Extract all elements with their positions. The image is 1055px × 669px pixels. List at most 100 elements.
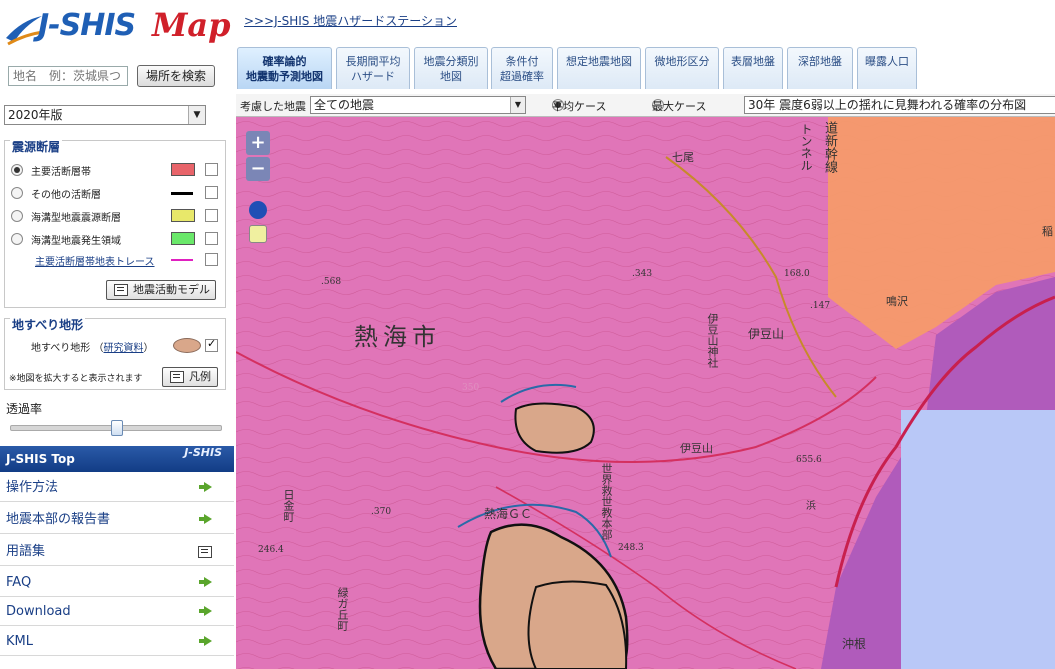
case-average-label: 平均ケース	[552, 100, 607, 113]
menu-item-kml[interactable]: KML	[0, 627, 234, 656]
elevation-label: .370	[371, 507, 392, 517]
source-label: その他の活断層	[31, 190, 101, 201]
color-swatch	[171, 209, 195, 222]
elevation-label: 248.3	[618, 543, 644, 553]
tab-probabilistic[interactable]: 確率論的 地震動予測地図	[237, 47, 332, 89]
tab-line1: 長期間平均	[345, 55, 401, 68]
landslide-area	[514, 402, 595, 454]
menu-item-glossary[interactable]: 用語集	[0, 537, 234, 566]
case-max-label: 最大ケース	[652, 100, 707, 113]
menu-item-reports[interactable]: 地震本部の報告書	[0, 505, 234, 534]
landslide-title: 地すべり地形	[10, 316, 86, 333]
line-swatch	[171, 259, 193, 261]
source-fault-title: 震源断層	[10, 138, 63, 155]
contour-label: 350	[462, 383, 480, 393]
temple-label: 世界救世教本部	[600, 463, 613, 540]
version-select[interactable]: 2020年版 ▼	[4, 105, 206, 125]
jshis-map-logo[interactable]: J-SHIS Map	[4, 4, 232, 48]
source-checkbox[interactable]	[205, 209, 218, 222]
tab-line2: 地震動予測地図	[246, 70, 323, 83]
tab-exposure[interactable]: 曝露人口	[857, 47, 917, 89]
source-checkbox[interactable]	[205, 163, 218, 176]
globe-icon[interactable]	[249, 201, 267, 219]
hazard-station-link[interactable]: >>>J-SHIS 地震ハザードステーション	[244, 12, 457, 29]
nanao-label: 七尾	[672, 151, 694, 164]
jshis-top-header[interactable]: J-SHIS Top J-SHIS	[0, 446, 234, 472]
inari-label: 稲	[1042, 225, 1053, 238]
tab-conditional[interactable]: 条件付 超過確率	[491, 47, 553, 89]
elevation-label: .568	[321, 277, 342, 287]
source-row-trench-fault[interactable]: 海溝型地震震源断層	[11, 209, 221, 225]
map-canvas[interactable]: + − 熱海市 熱海ＧＣ 伊豆山 伊豆山 沖根 七尾 鳴沢 稲 .568 .34…	[236, 117, 1055, 669]
trace-link[interactable]: 主要活断層帯地表トレース	[35, 253, 155, 268]
source-row-trench-zone[interactable]: 海溝型地震発生領域	[11, 232, 221, 248]
tunnel-label: トンネル	[799, 123, 813, 171]
menu-item-usage[interactable]: 操作方法	[0, 473, 234, 502]
tab-line1: 深部地盤	[798, 55, 842, 68]
color-swatch	[171, 163, 195, 176]
transparency-slider[interactable]	[10, 420, 222, 436]
research-link[interactable]: 研究資料	[104, 343, 144, 354]
source-row-other-fault[interactable]: その他の活断層	[11, 186, 221, 202]
izusan-label: 伊豆山	[748, 327, 785, 341]
document-icon	[114, 284, 128, 296]
menu-item-download[interactable]: Download	[0, 597, 234, 626]
trace-checkbox[interactable]	[205, 253, 218, 266]
tab-scenario[interactable]: 想定地震地図	[557, 47, 641, 89]
quake-select-value: 全ての地震	[314, 98, 375, 112]
line-swatch	[171, 192, 193, 195]
probability-map-value: 30年 震度6弱以上の揺れに見舞われる確率の分布図	[748, 98, 1027, 112]
landslide-checkbox[interactable]	[205, 337, 218, 352]
menu-label: 操作方法	[6, 480, 59, 495]
source-radio-other-fault[interactable]	[11, 187, 23, 199]
tab-surface-ground[interactable]: 表層地盤	[723, 47, 783, 89]
refresh-icon[interactable]	[249, 225, 267, 243]
tab-micro-landform[interactable]: 微地形区分	[645, 47, 719, 89]
landslide-area	[527, 580, 628, 669]
source-checkbox[interactable]	[205, 232, 218, 245]
considered-quake-label: 考慮した地震	[240, 100, 306, 113]
source-label: 主要活断層帯	[31, 167, 91, 178]
elevation-label: 655.6	[796, 455, 822, 465]
tab-line1: 曝露人口	[865, 55, 909, 68]
arrow-right-icon	[199, 514, 212, 524]
source-checkbox[interactable]	[205, 186, 218, 199]
source-radio-major-fault[interactable]	[11, 164, 23, 176]
hama-label: 浜	[806, 501, 816, 512]
district-label: 緑ガ丘町	[336, 587, 349, 631]
tab-deep-ground[interactable]: 深部地盤	[787, 47, 853, 89]
menu-item-faq[interactable]: FAQ	[0, 568, 234, 597]
source-label: 海溝型地震発生領域	[31, 236, 121, 247]
zoom-out-button[interactable]: −	[246, 157, 270, 181]
map-layers	[236, 117, 1055, 669]
quake-select[interactable]: 全ての地震 ▼	[310, 96, 526, 114]
city-label: 熱海市	[354, 323, 441, 351]
earthquake-model-button[interactable]: 地震活動モデル	[106, 280, 216, 300]
place-search-button[interactable]: 場所を検索	[137, 65, 215, 87]
tab-by-category[interactable]: 地震分類別 地図	[414, 47, 488, 89]
okine-label: 沖根	[842, 637, 867, 651]
source-row-major-fault[interactable]: 主要活断層帯	[11, 163, 221, 179]
chevron-down-icon: ▼	[188, 106, 205, 124]
landslide-note: ※地図を拡大すると表示されます	[9, 374, 143, 384]
menu-label: 地震本部の報告書	[6, 512, 111, 527]
tab-long-term[interactable]: 長期間平均 ハザード	[336, 47, 410, 89]
legend-button[interactable]: 凡例	[162, 367, 218, 387]
zoom-in-button[interactable]: +	[246, 131, 270, 155]
chevron-down-icon: ▼	[510, 97, 525, 113]
elevation-label: .147	[810, 301, 831, 311]
slider-thumb[interactable]	[111, 420, 123, 436]
source-radio-trench-fault[interactable]	[11, 210, 23, 222]
place-search-input[interactable]	[8, 66, 128, 86]
ref-open: （	[93, 343, 104, 354]
source-radio-trench-zone[interactable]	[11, 233, 23, 245]
left-panel: J-SHIS Map 場所を検索 2020年版 ▼ 震源断層 主要活断層帯 その…	[0, 0, 235, 669]
arrow-right-icon	[199, 606, 212, 616]
probability-map-select[interactable]: 30年 震度6弱以上の揺れに見舞われる確率の分布図	[744, 96, 1055, 114]
sea-blue	[901, 410, 1055, 669]
arrow-right-icon	[199, 577, 212, 587]
arrow-right-icon	[199, 636, 212, 646]
railway-label: 道新幹線	[822, 121, 837, 173]
color-swatch	[171, 232, 195, 245]
menu-label: Download	[6, 604, 71, 619]
